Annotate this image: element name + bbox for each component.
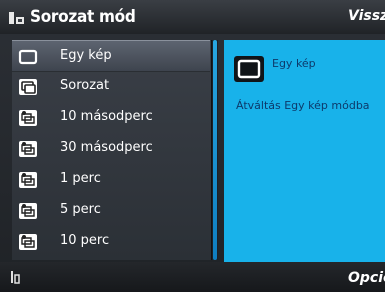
single-frame-icon [234, 56, 264, 82]
timed-burst-1m-icon [19, 172, 37, 188]
timed-burst-30s-icon [19, 141, 37, 157]
preview-panel: Egy kép Átváltás Egy kép módba [224, 40, 385, 262]
list-item-label: Sorozat [60, 78, 110, 93]
list-item-1-perc[interactable]: 1 perc [12, 164, 210, 196]
preview-title: Egy kép [272, 57, 316, 70]
softkey-bar: Opció [0, 262, 385, 292]
list-item-label: 10 másodperc [60, 109, 153, 124]
back-button[interactable]: Vissz [348, 8, 385, 24]
options-button[interactable]: Opció [348, 270, 385, 286]
page-title: Sorozat mód [30, 7, 136, 27]
list-item-10-masodperc[interactable]: 10 másodperc [12, 102, 210, 134]
scrollbar-thumb[interactable] [213, 40, 217, 260]
list-item-egy-kep[interactable]: Egy kép [12, 40, 210, 72]
timed-burst-10m-icon [19, 234, 37, 250]
title-bar: Sorozat mód Vissz [0, 0, 385, 34]
list-scrollbar[interactable] [211, 40, 218, 260]
burst-icon [19, 79, 37, 95]
left-softkey-icon[interactable] [10, 270, 20, 284]
list-item-label: Egy kép [60, 48, 112, 63]
list-item-label: 1 perc [60, 171, 101, 186]
timed-burst-5m-icon [19, 203, 37, 219]
list-item-sorozat[interactable]: Sorozat [12, 71, 210, 103]
single-frame-icon [18, 49, 38, 65]
list-item-5-perc[interactable]: 5 perc [12, 195, 210, 227]
timed-burst-10s-icon [19, 110, 37, 126]
list-item-label: 10 perc [60, 233, 110, 248]
camera-sequence-mode-screen: Sorozat mód Vissz Egy kép Sorozat 10 más… [0, 0, 385, 292]
list-item-10-perc[interactable]: 10 perc [12, 226, 210, 258]
camera-mode-icon [9, 12, 24, 24]
list-item-30-masodperc[interactable]: 30 másodperc [12, 133, 210, 165]
mode-list: Egy kép Sorozat 10 másodperc 30 másodper… [12, 40, 217, 260]
list-item-label: 30 másodperc [60, 140, 153, 155]
preview-description: Átváltás Egy kép módba [236, 99, 370, 112]
list-item-label: 5 perc [60, 202, 101, 217]
